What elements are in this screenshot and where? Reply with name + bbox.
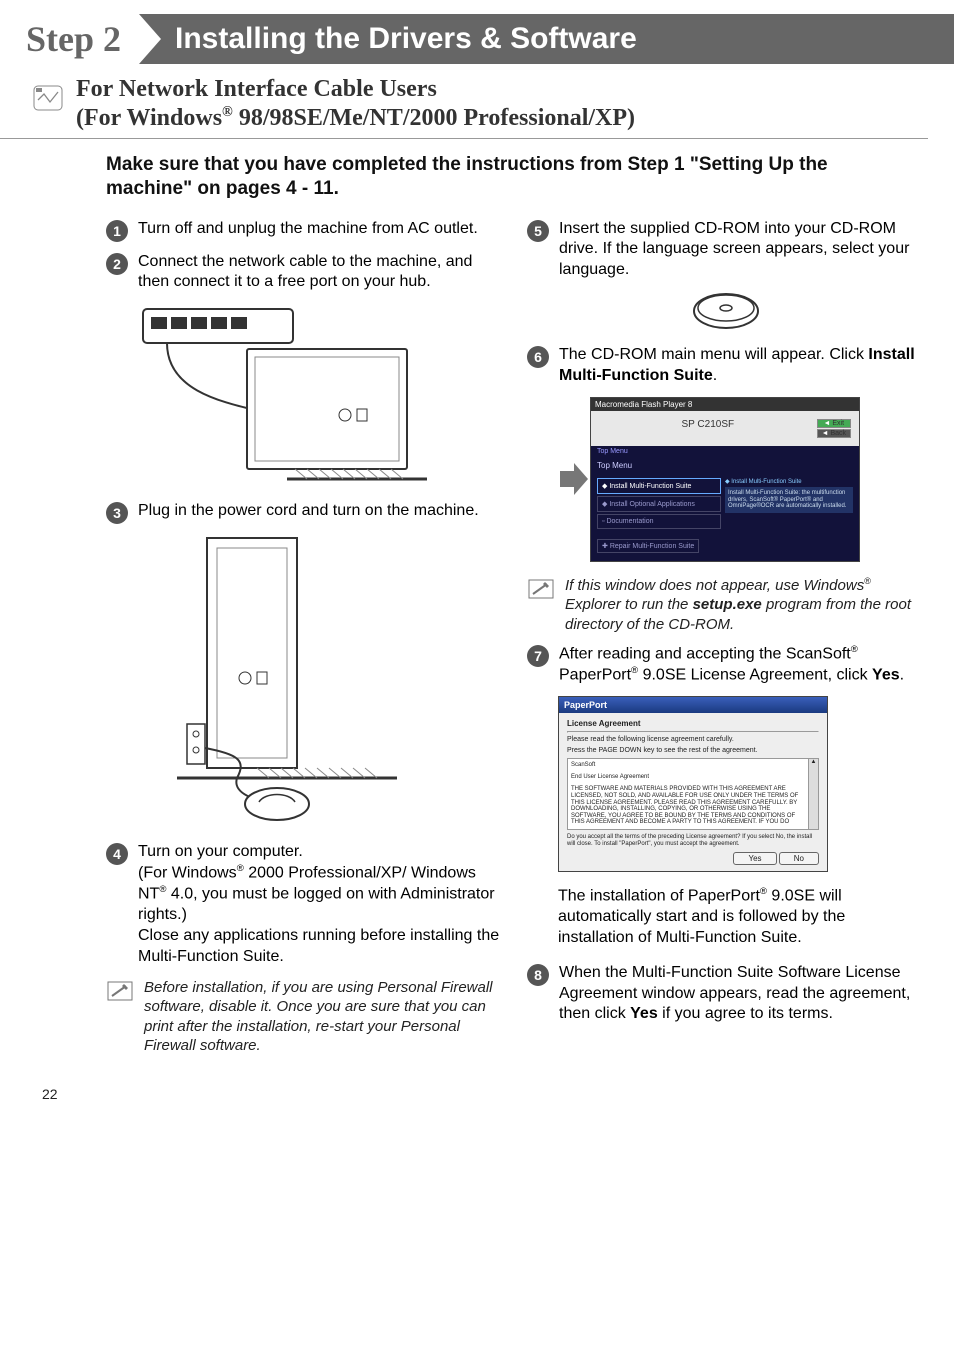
- step-2-text: Connect the network cable to the machine…: [138, 252, 503, 294]
- left-column: 1 Turn off and unplug the machine from A…: [106, 219, 503, 1066]
- step-1-badge: 1: [106, 220, 128, 242]
- power-illustration: [137, 534, 503, 824]
- note-icon: [527, 578, 555, 600]
- installer-screenshot: Macromedia Flash Player 8 SP C210SF ◄ Ex…: [558, 397, 924, 562]
- chevron-icon: [139, 14, 161, 64]
- step-6-text: The CD-ROM main menu will appear. Click …: [559, 345, 924, 387]
- paperport-install-text: The installation of PaperPort® 9.0SE wil…: [558, 886, 924, 949]
- step-5-text: Insert the supplied CD-ROM into your CD-…: [559, 219, 924, 281]
- note-icon: [106, 980, 134, 1002]
- step-5-badge: 5: [527, 220, 549, 242]
- firewall-note: Before installation, if you are using Pe…: [144, 978, 503, 1056]
- setup-note: If this window does not appear, use Wind…: [565, 576, 924, 635]
- subhead-line2-pre: (For Windows: [76, 105, 222, 131]
- step-4-text: Turn on your computer. (For Windows® 200…: [138, 842, 503, 967]
- section-subhead: For Network Interface Cable Users (For W…: [0, 64, 928, 139]
- hub-illustration: [137, 303, 503, 483]
- step-6-badge: 6: [527, 346, 549, 368]
- cd-icon: [691, 291, 761, 331]
- right-column: 5 Insert the supplied CD-ROM into your C…: [527, 219, 924, 1066]
- page-number: 22: [42, 1086, 58, 1102]
- step-3-text: Plug in the power cord and turn on the m…: [138, 501, 479, 524]
- arrow-icon: [558, 459, 588, 499]
- registered-icon: ®: [222, 104, 233, 120]
- license-screenshot: PaperPort License Agreement Please read …: [558, 696, 924, 872]
- intro-text: Make sure that you have completed the in…: [106, 153, 914, 201]
- page-title: Installing the Drivers & Software: [167, 22, 637, 56]
- step-8-badge: 8: [527, 964, 549, 986]
- step-7-badge: 7: [527, 645, 549, 667]
- subhead-line1: For Network Interface Cable Users: [76, 76, 437, 102]
- page-header: Step 2 Installing the Drivers & Software: [0, 14, 954, 64]
- step-2-badge: 2: [106, 253, 128, 275]
- step-8-text: When the Multi-Function Suite Software L…: [559, 963, 924, 1025]
- step-7-text: After reading and accepting the ScanSoft…: [559, 644, 924, 686]
- step-label: Step 2: [0, 14, 139, 64]
- network-icon: [30, 80, 66, 116]
- step-4-badge: 4: [106, 843, 128, 865]
- step-3-badge: 3: [106, 502, 128, 524]
- step-1-text: Turn off and unplug the machine from AC …: [138, 219, 478, 242]
- subhead-line2-post: 98/98SE/Me/NT/2000 Professional/XP): [233, 105, 635, 131]
